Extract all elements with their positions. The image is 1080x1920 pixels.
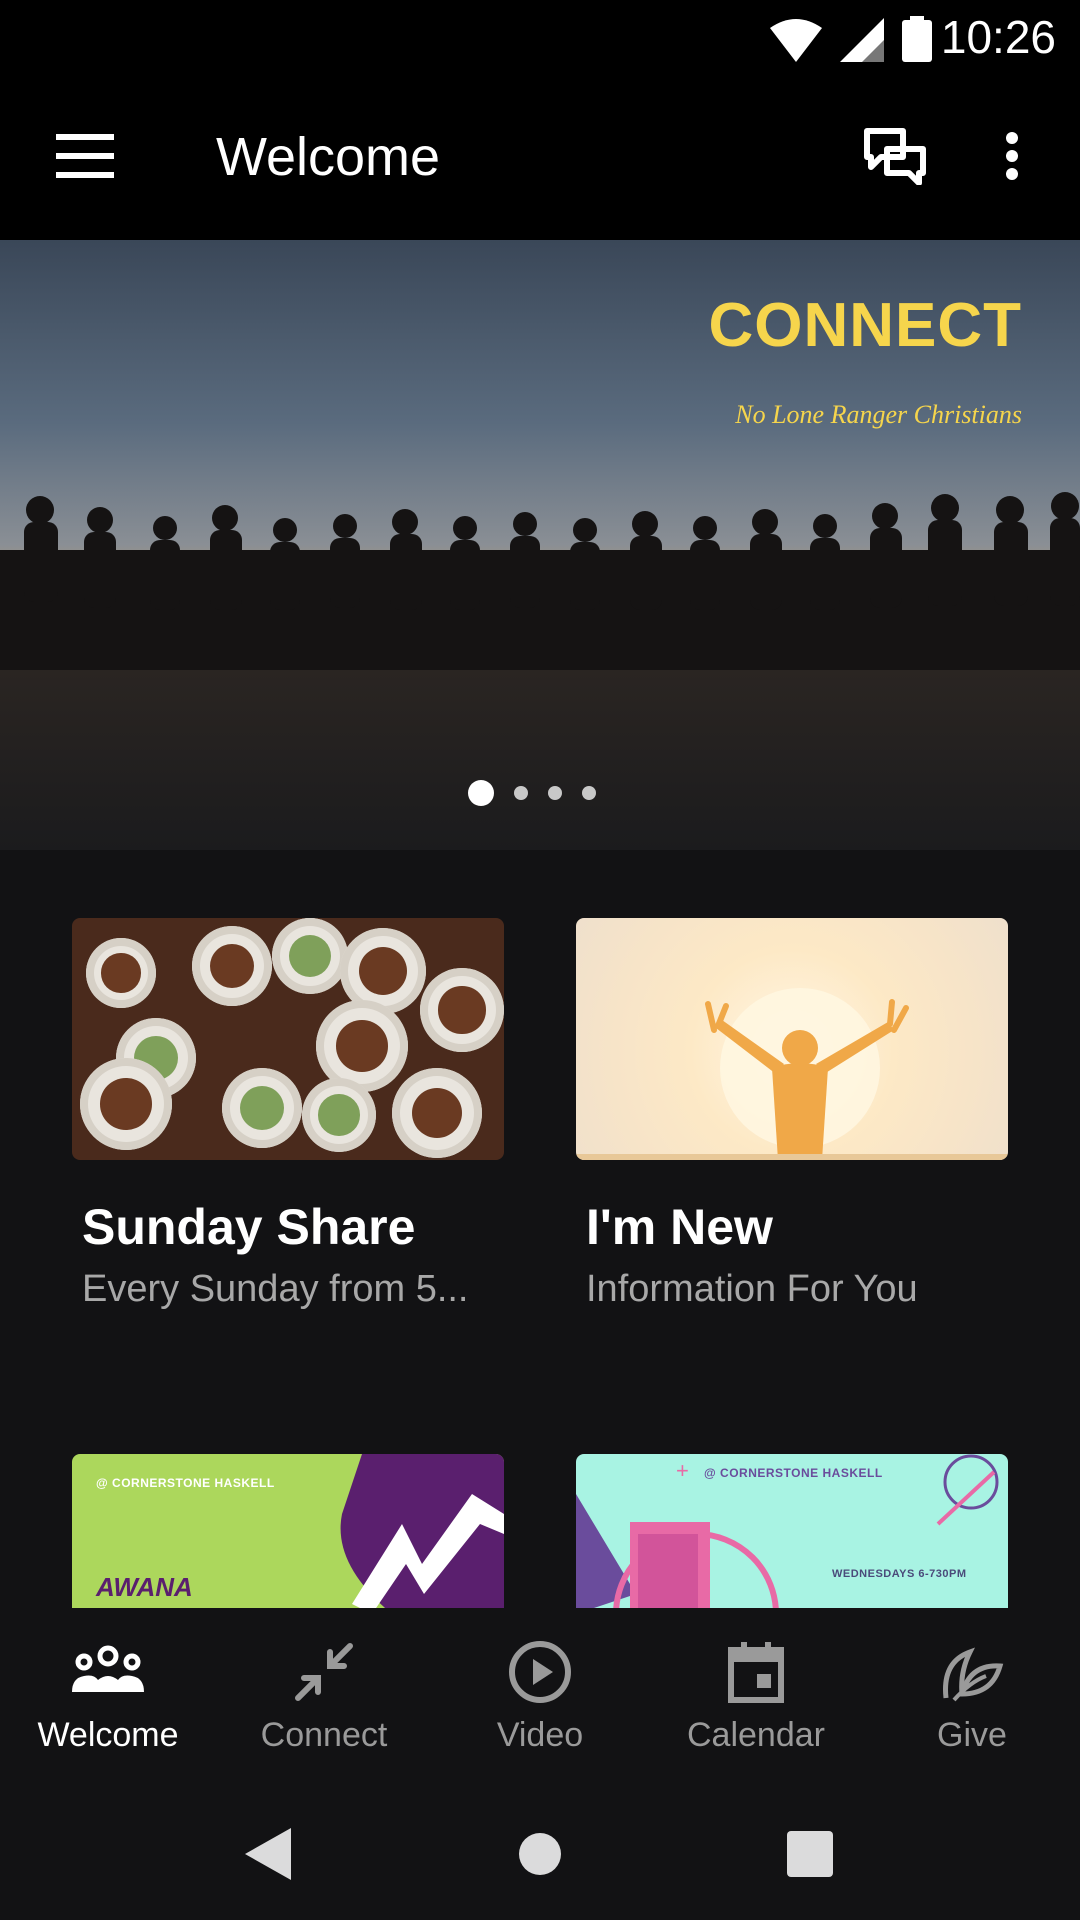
more-options-button[interactable] — [972, 116, 1052, 196]
nav-item-connect[interactable]: Connect — [216, 1608, 432, 1780]
carousel-dot[interactable] — [514, 786, 528, 800]
carousel-dot[interactable] — [582, 786, 596, 800]
celebrating-person-image — [576, 918, 1008, 1160]
home-button[interactable] — [500, 1814, 580, 1894]
food-table-image — [72, 918, 504, 1160]
status-time: 10:26 — [940, 11, 1056, 63]
wednesday-promo-image: + @ CORNERSTONE HASKELL WEDNESDAYS 6-730… — [576, 1454, 1008, 1608]
menu-button[interactable] — [40, 116, 130, 196]
card-sunday-share[interactable]: Sunday Share Every Sunday from 5... — [72, 918, 504, 1311]
person-silhouette — [576, 988, 1008, 1160]
status-bar: 10:26 — [0, 0, 1080, 78]
nav-item-give[interactable]: Give — [864, 1608, 1080, 1780]
hero-subtitle: No Lone Ranger Christians — [735, 400, 1022, 429]
promo-label: @ CORNERSTONE HASKELL — [96, 1476, 275, 1490]
card-title: I'm New — [586, 1199, 773, 1255]
back-triangle-icon — [245, 1828, 291, 1880]
nav-label: Welcome — [37, 1716, 179, 1754]
bottom-navigation: Welcome Connect Video Calendar Give — [0, 1608, 1080, 1780]
hamburger-menu-icon — [56, 134, 114, 178]
nav-item-welcome[interactable]: Welcome — [0, 1608, 216, 1780]
nav-label: Video — [496, 1716, 584, 1754]
hero-ground — [0, 670, 1080, 850]
nav-item-video[interactable]: Video — [432, 1608, 648, 1780]
nav-label: Calendar — [687, 1716, 825, 1754]
promo-label: @ CORNERSTONE HASKELL — [704, 1466, 883, 1480]
recents-button[interactable] — [770, 1814, 850, 1894]
card-subtitle: Every Sunday from 5... — [82, 1268, 469, 1310]
status-icons — [770, 14, 932, 62]
card-title: Sunday Share — [82, 1199, 416, 1255]
promo-detail: WEDNESDAYS 6-730PM — [832, 1568, 967, 1580]
hero-carousel[interactable]: CONNECT No Lone Ranger Christians — [0, 240, 1080, 850]
chat-bubbles-icon — [864, 128, 926, 185]
system-navigation-bar — [0, 1780, 1080, 1920]
home-circle-icon — [519, 1833, 561, 1875]
battery-icon — [902, 16, 932, 62]
compress-arrows-icon — [295, 1643, 353, 1701]
leaf-icon — [943, 1647, 1004, 1702]
calendar-icon — [728, 1642, 784, 1703]
carousel-page-indicator — [468, 780, 596, 806]
card-wednesdays[interactable]: + @ CORNERSTONE HASKELL WEDNESDAYS 6-730… — [576, 1454, 1008, 1608]
carousel-dot[interactable] — [548, 786, 562, 800]
recents-square-icon — [787, 1831, 833, 1877]
app-bar: Welcome — [0, 78, 1080, 240]
hero-title: CONNECT — [708, 291, 1022, 360]
more-vert-icon — [1006, 132, 1018, 180]
play-circle-icon — [509, 1641, 571, 1703]
back-button[interactable] — [228, 1814, 308, 1894]
svg-text:+: + — [676, 1458, 689, 1483]
people-icon — [72, 1645, 144, 1692]
promo-title: AWANA — [96, 1572, 193, 1602]
carousel-dot-active[interactable] — [468, 780, 494, 806]
awana-promo-image: @ CORNERSTONE HASKELL AWANA — [72, 1454, 504, 1608]
nav-label: Give — [937, 1716, 1007, 1754]
cellular-signal-icon — [840, 18, 884, 62]
card-im-new[interactable]: I'm New Information For You — [576, 918, 1008, 1311]
page-title: Welcome — [216, 127, 441, 187]
card-awana[interactable]: @ CORNERSTONE HASKELL AWANA — [72, 1454, 504, 1608]
nav-label: Connect — [260, 1716, 388, 1754]
card-subtitle: Information For You — [586, 1268, 918, 1310]
nav-item-calendar[interactable]: Calendar — [648, 1608, 864, 1780]
messages-button[interactable] — [850, 116, 940, 196]
wifi-icon — [770, 19, 822, 62]
